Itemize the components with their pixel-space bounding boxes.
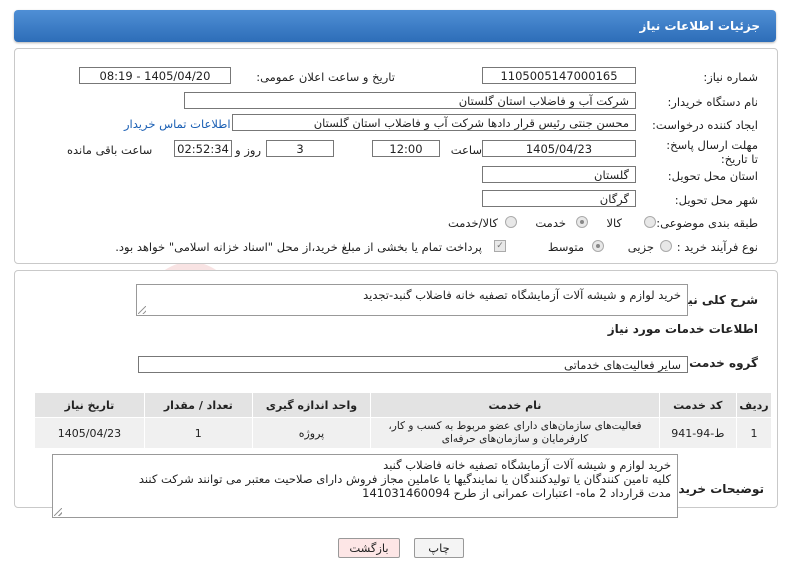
col-date: تاریخ نیاز: [34, 392, 145, 418]
category-service-radio[interactable]: [576, 216, 588, 228]
need-number-field: 1105005147000165: [482, 67, 636, 84]
category-goods-service-radio[interactable]: [505, 216, 517, 228]
announce-field: 1405/04/20 - 08:19: [79, 67, 231, 84]
deadline-label: مهلت ارسال پاسخ: تا تاریخ:: [666, 138, 758, 166]
services-title: اطلاعات خدمات مورد نیاز: [607, 322, 758, 336]
col-code: کد خدمت: [658, 392, 737, 418]
cell-unit: پروژه: [251, 417, 372, 449]
service-group-field: سایر فعالیت‌های خدماتی: [138, 356, 688, 373]
remaining-label: ساعت باقی مانده: [67, 143, 153, 157]
category-goods-label: کالا: [606, 216, 622, 230]
description-text: خرید لوازم و شیشه آلات آزمایشگاه تصفیه خ…: [363, 288, 681, 302]
process-minor-radio[interactable]: [660, 240, 672, 252]
days-label: روز و: [235, 143, 261, 157]
buyer-notes-resize-handle[interactable]: [54, 508, 62, 516]
need-number-label: شماره نیاز:: [703, 70, 758, 84]
process-minor-label: جزیی: [627, 240, 654, 254]
cell-index: 1: [735, 417, 773, 449]
table-header-row: ردیف کد خدمت نام خدمت واحد اندازه گیری ت…: [34, 392, 773, 418]
category-goods-radio[interactable]: [644, 216, 656, 228]
cell-qty: 1: [143, 417, 253, 449]
print-button[interactable]: چاپ: [414, 538, 464, 558]
announce-label: تاریخ و ساعت اعلان عمومی:: [256, 70, 395, 84]
col-qty: تعداد / مقدار: [143, 392, 253, 418]
province-label: استان محل تحویل:: [667, 169, 758, 183]
category-service-label: خدمت: [535, 216, 566, 230]
process-medium-label: متوسط: [547, 240, 584, 254]
col-index: ردیف: [735, 392, 773, 418]
category-goods-service-label: کالا/خدمت: [447, 216, 498, 230]
page-header: جزئیات اطلاعات نیاز: [14, 10, 776, 42]
col-name: نام خدمت: [370, 392, 660, 418]
payment-note: پرداخت تمام یا بخشی از مبلغ خرید،از محل …: [115, 240, 482, 254]
days-field: 3: [266, 140, 334, 157]
buyer-contact-link[interactable]: اطلاعات تماس خریدار: [124, 117, 231, 131]
back-button[interactable]: بازگشت: [338, 538, 400, 558]
buyer-notes-field: خرید لوازم و شیشه آلات آزمایشگاه تصفیه خ…: [52, 454, 678, 518]
buyer-notes-line-2: کلیه تامین کنندگان یا تولیدکنندگان یا نم…: [138, 472, 671, 486]
process-medium-radio[interactable]: [592, 240, 604, 252]
creator-field: محسن جنتی رئیس قرار دادها شرکت آب و فاضل…: [232, 114, 636, 131]
deadline-time-label: ساعت: [450, 143, 482, 157]
buyer-notes-line-3: مدت قرارداد 2 ماه- اعتبارات عمرانی از طر…: [362, 486, 671, 500]
remaining-time-field: 02:52:34: [174, 140, 232, 157]
cell-date: 1405/04/23: [34, 417, 145, 449]
category-label: طبقه بندی موضوعی:: [656, 216, 758, 230]
deadline-time-field: 12:00: [372, 140, 440, 157]
deadline-date-field: 1405/04/23: [482, 140, 636, 157]
description-field: خرید لوازم و شیشه آلات آزمایشگاه تصفیه خ…: [136, 284, 688, 316]
page-title: جزئیات اطلاعات نیاز: [639, 19, 760, 33]
service-group-label: گروه خدمت:: [684, 356, 758, 370]
col-unit: واحد اندازه گیری: [251, 392, 372, 418]
table-row: 1 ط-94-941 فعالیت‌های سازمان‌های دارای ع…: [34, 417, 773, 449]
cell-code: ط-94-941: [658, 417, 737, 449]
province-field: گلستان: [482, 166, 636, 183]
process-label: نوع فرآیند خرید :: [676, 240, 758, 254]
cell-name: فعالیت‌های سازمان‌های دارای عضو مربوط به…: [370, 417, 660, 449]
services-table: ردیف کد خدمت نام خدمت واحد اندازه گیری ت…: [34, 392, 773, 449]
creator-label: ایجاد کننده درخواست:: [652, 118, 758, 132]
buyer-notes-line-1: خرید لوازم و شیشه آلات آزمایشگاه تصفیه خ…: [383, 458, 671, 472]
buyer-field: شرکت آب و فاضلاب استان گلستان: [184, 92, 636, 109]
description-resize-handle[interactable]: [138, 306, 146, 314]
buyer-label: نام دستگاه خریدار:: [667, 95, 758, 109]
city-field: گرگان: [482, 190, 636, 207]
treasury-checkbox[interactable]: ✓: [494, 240, 506, 252]
city-label: شهر محل تحویل:: [674, 193, 758, 207]
